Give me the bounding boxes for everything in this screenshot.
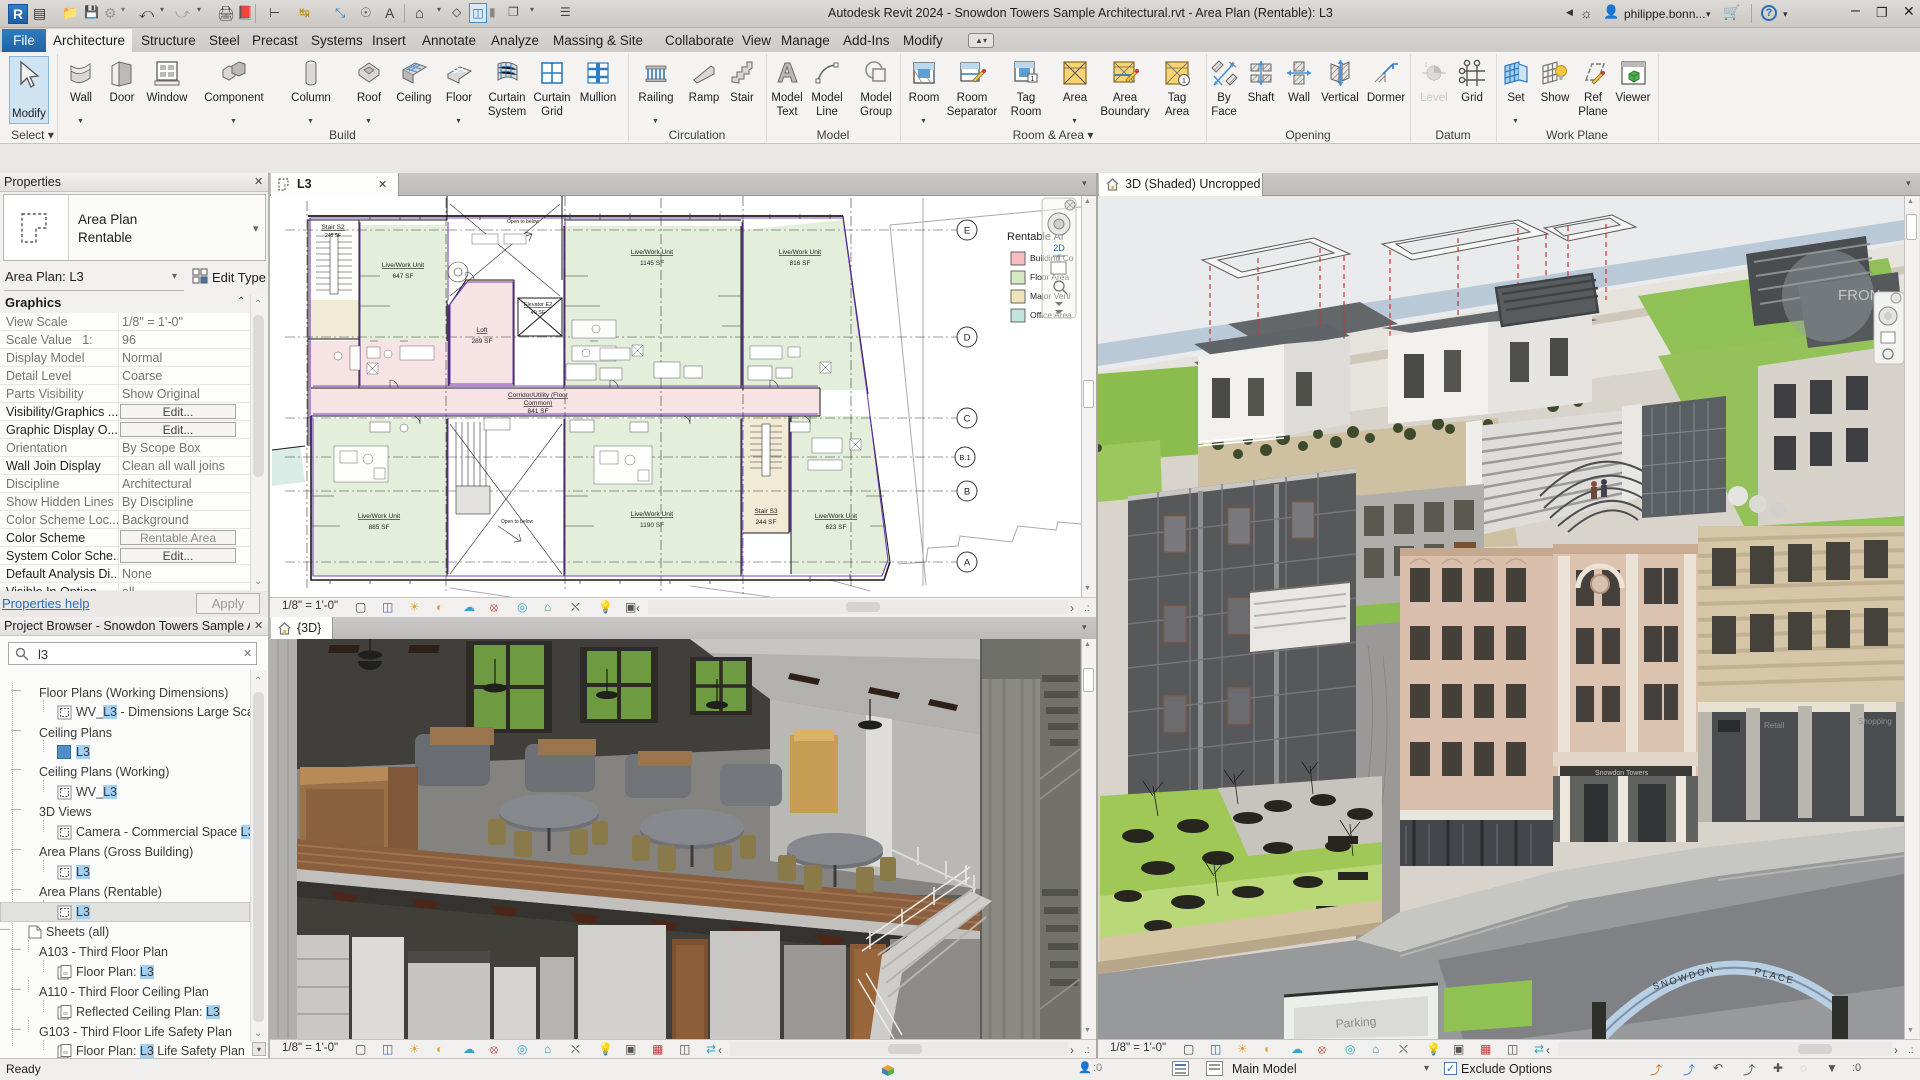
svg-text:Retail: Retail: [1764, 721, 1785, 730]
svg-text:C: C: [964, 414, 971, 425]
svg-text:841 SF: 841 SF: [528, 408, 549, 415]
svg-text:Common): Common): [524, 400, 553, 407]
svg-text:49 SF: 49 SF: [531, 310, 546, 316]
svg-text:Live/Work Unit: Live/Work Unit: [358, 513, 400, 520]
svg-text:1: 1: [1424, 62, 1428, 69]
svg-text:Live/Work Unit: Live/Work Unit: [631, 511, 673, 518]
svg-text:Snowdon Towers: Snowdon Towers: [1595, 770, 1649, 777]
svg-text:647 SF: 647 SF: [393, 273, 414, 280]
svg-text:248 SF: 248 SF: [325, 233, 341, 239]
svg-text:816 SF: 816 SF: [790, 260, 811, 267]
svg-text:B: B: [964, 487, 970, 498]
svg-text:Elevator E2: Elevator E2: [524, 302, 552, 308]
svg-text:A: A: [964, 558, 971, 569]
svg-text:Live/Work Unit: Live/Work Unit: [815, 513, 857, 520]
svg-text:289 SF: 289 SF: [472, 338, 493, 345]
svg-text:1: 1: [1031, 76, 1035, 83]
svg-text:D: D: [964, 333, 971, 344]
svg-text:E: E: [964, 226, 970, 237]
svg-text:Loft: Loft: [477, 327, 488, 334]
svg-text:Parking: Parking: [1335, 1014, 1377, 1031]
svg-text:Open to below: Open to below: [507, 219, 540, 225]
svg-text:623 SF: 623 SF: [826, 524, 847, 531]
svg-text:1145 SF: 1145 SF: [640, 260, 664, 267]
svg-text:244 SF: 244 SF: [756, 519, 777, 526]
svg-text:Live/Work Unit: Live/Work Unit: [382, 262, 424, 269]
svg-text:Open to below: Open to below: [501, 519, 534, 525]
svg-text:Live/Work Unit: Live/Work Unit: [779, 249, 821, 256]
svg-text:2D: 2D: [1053, 243, 1065, 253]
svg-text:1190 SF: 1190 SF: [640, 522, 664, 529]
svg-text:Corridor/Utility (Floor: Corridor/Utility (Floor: [508, 392, 569, 399]
svg-text:1: 1: [1182, 78, 1186, 85]
svg-text:B.1: B.1: [959, 453, 970, 462]
svg-text:Shopping: Shopping: [1858, 717, 1892, 726]
svg-text:Stair S2: Stair S2: [321, 224, 345, 231]
svg-text:Stair S3: Stair S3: [754, 508, 778, 515]
svg-text:885 SF: 885 SF: [369, 524, 390, 531]
svg-text:Live/Work Unit: Live/Work Unit: [631, 249, 673, 256]
